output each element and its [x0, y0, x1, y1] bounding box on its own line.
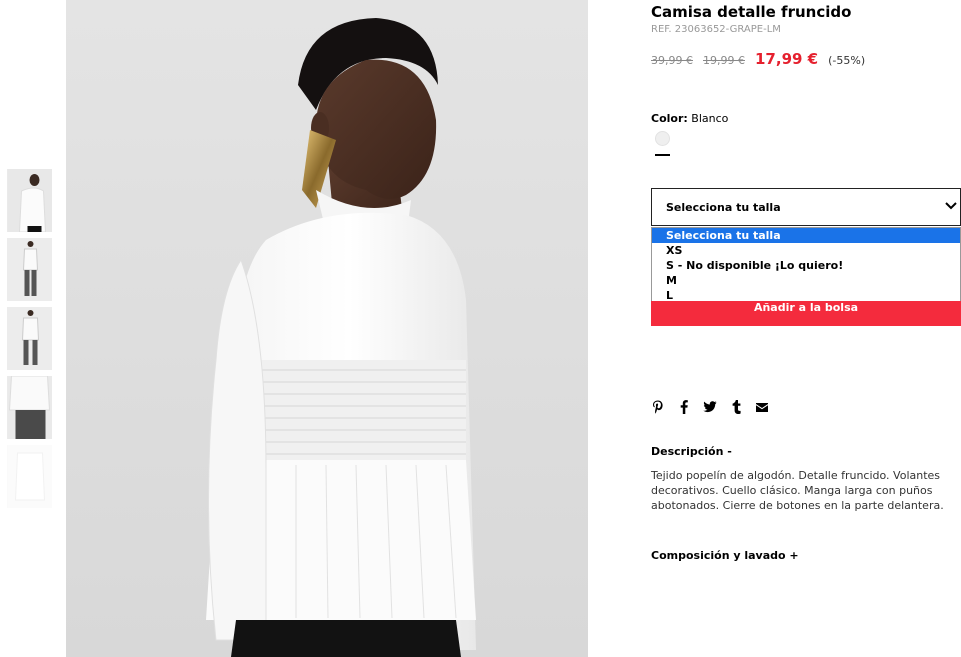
selected-swatch-indicator	[655, 154, 670, 156]
tumblr-icon[interactable]	[729, 399, 743, 415]
product-title: Camisa detalle fruncido	[651, 3, 852, 21]
color-swatch-white[interactable]	[655, 131, 670, 146]
size-option-xs[interactable]: XS	[652, 243, 960, 258]
email-icon[interactable]	[755, 399, 769, 415]
size-option-placeholder[interactable]: Selecciona tu talla	[652, 228, 960, 243]
description-text: Tejido popelín de algodón. Detalle frunc…	[651, 469, 944, 512]
price-row: 39,99 € 19,99 € 17,99 € (-55%)	[651, 50, 865, 68]
description-heading[interactable]: Descripción -	[651, 445, 732, 458]
composition-heading[interactable]: Composición y lavado +	[651, 549, 799, 562]
product-ref: REF. 23063652-GRAPE-LM	[651, 24, 781, 35]
size-option-m[interactable]: M	[652, 273, 960, 288]
facebook-icon[interactable]	[677, 399, 691, 415]
main-product-image	[66, 0, 588, 657]
size-select[interactable]: Selecciona tu talla	[651, 188, 961, 226]
discount-badge: (-55%)	[828, 54, 866, 67]
color-value: Blanco	[691, 112, 729, 125]
price-previous: 19,99 €	[703, 54, 745, 67]
add-to-bag-button[interactable]: Añadir a la bolsa	[651, 301, 961, 326]
price-sale: 17,99 €	[755, 50, 819, 68]
thumbnail-2[interactable]	[7, 238, 52, 301]
thumbnail-3[interactable]	[7, 307, 52, 370]
size-select-label: Selecciona tu talla	[666, 200, 781, 214]
thumbnail-5[interactable]	[7, 445, 52, 508]
color-label: Color:	[651, 112, 688, 125]
color-row: Color: Blanco	[651, 112, 728, 125]
pinterest-icon[interactable]	[651, 399, 665, 415]
thumbnail-1[interactable]	[7, 169, 52, 232]
twitter-icon[interactable]	[703, 399, 717, 415]
product-page: Camisa detalle fruncido REF. 23063652-GR…	[0, 0, 961, 657]
chevron-down-icon	[945, 202, 957, 210]
price-original: 39,99 €	[651, 54, 693, 67]
size-dropdown: Selecciona tu talla XS S - No disponible…	[651, 227, 961, 304]
share-icons	[651, 399, 769, 415]
size-option-s[interactable]: S - No disponible ¡Lo quiero!	[652, 258, 960, 273]
thumbnail-4[interactable]	[7, 376, 52, 439]
thumbnail-list	[7, 169, 52, 514]
